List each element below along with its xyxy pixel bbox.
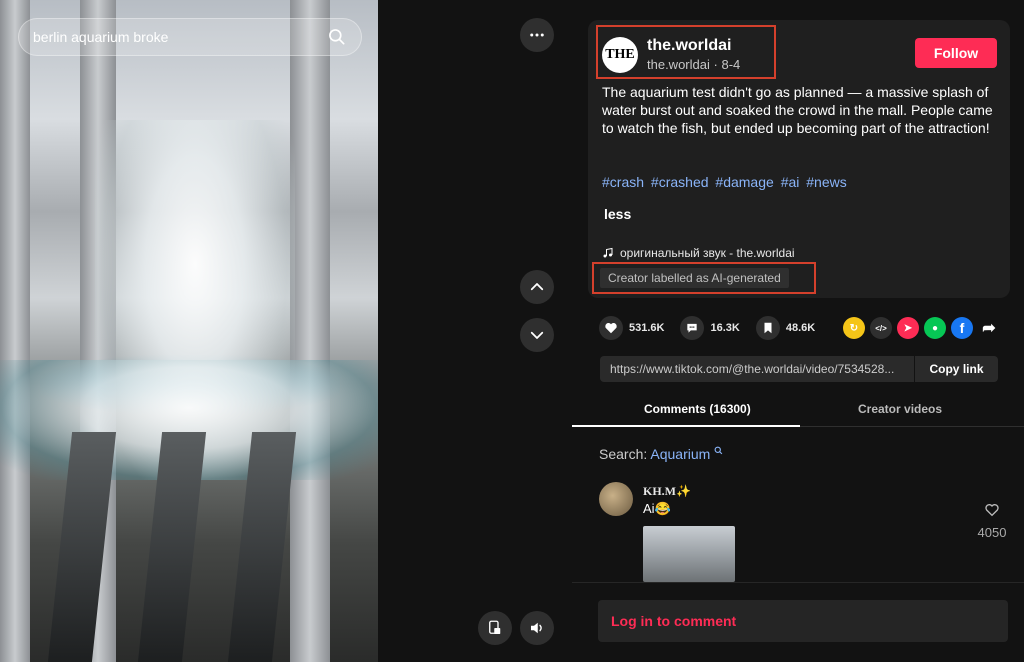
- share-icons: ↻ </> ➤ ● f ➦: [843, 317, 1000, 339]
- comment-author[interactable]: KH.M✨: [643, 484, 691, 499]
- comment-button[interactable]: 16.3K: [680, 316, 740, 340]
- chevron-up-icon: [530, 283, 544, 291]
- more-options-button[interactable]: [520, 18, 554, 52]
- like-count: 531.6K: [629, 322, 665, 334]
- follow-button[interactable]: Follow: [915, 38, 997, 68]
- heart-outline-icon: [985, 504, 999, 517]
- heart-icon: [605, 323, 617, 334]
- share-arrow-icon[interactable]: ➦: [978, 317, 1000, 339]
- mall-pillar: [290, 0, 330, 662]
- hashtag-link[interactable]: #crashed: [651, 174, 709, 190]
- tab-bar: Comments (16300) Creator videos: [572, 400, 1024, 427]
- hashtag-link[interactable]: #news: [806, 174, 846, 190]
- post-card: THE the.worldai the.worldai · 8-4 Follow…: [588, 20, 1010, 298]
- avatar[interactable]: [599, 482, 633, 516]
- previous-video-button[interactable]: [520, 270, 554, 304]
- chevron-down-icon: [530, 331, 544, 339]
- share-link-bar: https://www.tiktok.com/@the.worldai/vide…: [600, 356, 998, 382]
- active-tab-indicator: [572, 425, 800, 427]
- login-to-comment-button[interactable]: Log in to comment: [598, 600, 1008, 642]
- comment-count: 16.3K: [710, 322, 740, 334]
- copy-link-button[interactable]: Copy link: [914, 356, 998, 382]
- search-bar[interactable]: [18, 18, 362, 56]
- next-video-button[interactable]: [520, 318, 554, 352]
- bookmark-icon: [764, 322, 772, 334]
- comment-search-label: Search:: [599, 446, 648, 462]
- hashtag-list: #crash #crashed #damage #ai #news: [602, 174, 849, 190]
- save-count: 48.6K: [785, 322, 816, 334]
- volume-icon: [531, 622, 542, 634]
- ai-label-highlight-box: [592, 262, 816, 294]
- video-url[interactable]: https://www.tiktok.com/@the.worldai/vide…: [600, 362, 914, 376]
- like-button[interactable]: 531.6K: [599, 316, 664, 340]
- tab-creator-videos[interactable]: Creator videos: [858, 402, 942, 416]
- save-button[interactable]: 48.6K: [755, 316, 816, 340]
- tab-comments[interactable]: Comments (16300): [644, 402, 751, 416]
- comment-search: Search: Aquarium: [599, 446, 723, 462]
- line-icon[interactable]: ●: [924, 317, 946, 339]
- comment-text: Ai😂: [643, 501, 671, 516]
- mini-player-icon: [489, 620, 501, 634]
- more-icon: [530, 33, 544, 37]
- less-toggle[interactable]: less: [604, 206, 631, 222]
- floating-player-button[interactable]: [478, 611, 512, 645]
- music-note-icon: [603, 247, 613, 258]
- facebook-icon[interactable]: f: [951, 317, 973, 339]
- hashtag-link[interactable]: #damage: [715, 174, 773, 190]
- search-input[interactable]: [33, 29, 327, 45]
- engagement-stats: 531.6K 16.3K 48.6K: [599, 316, 831, 340]
- search-icon[interactable]: [327, 27, 347, 47]
- comment-like-button[interactable]: 4050: [972, 502, 1012, 540]
- embed-icon[interactable]: </>: [870, 317, 892, 339]
- comment-search-term[interactable]: Aquarium: [650, 446, 710, 462]
- details-panel: THE the.worldai the.worldai · 8-4 Follow…: [572, 0, 1024, 662]
- video-player[interactable]: [0, 0, 378, 662]
- post-description: The aquarium test didn't go as planned —…: [602, 84, 993, 136]
- comment-like-count: 4050: [977, 525, 1007, 540]
- hashtag-link[interactable]: #crash: [602, 174, 644, 190]
- sound-link[interactable]: оригинальный звук - the.worldai: [602, 246, 795, 260]
- creator-highlight-box: [596, 25, 776, 79]
- send-icon[interactable]: ➤: [897, 317, 919, 339]
- repost-icon[interactable]: ↻: [843, 317, 865, 339]
- video-controls-column: [378, 0, 572, 662]
- hashtag-link[interactable]: #ai: [781, 174, 800, 190]
- search-icon: [714, 446, 723, 455]
- sound-name: оригинальный звук - the.worldai: [620, 246, 795, 260]
- volume-button[interactable]: [520, 611, 554, 645]
- mall-pillar: [0, 0, 30, 662]
- comment-image[interactable]: [643, 526, 735, 582]
- comment-icon: [687, 323, 698, 333]
